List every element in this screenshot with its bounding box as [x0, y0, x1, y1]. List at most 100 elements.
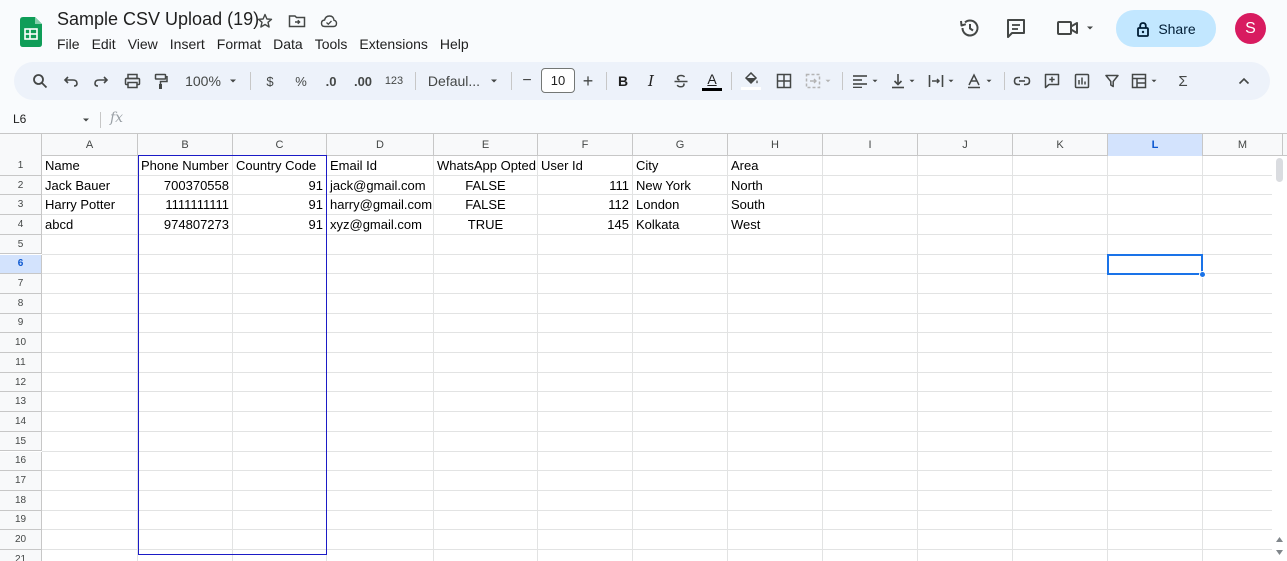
row-header-19[interactable]: 19 — [0, 510, 42, 531]
cell-h2[interactable]: North — [728, 176, 822, 195]
column-header-j[interactable]: J — [918, 134, 1013, 156]
scroll-down-icon[interactable] — [1276, 550, 1283, 555]
menu-view[interactable]: View — [122, 34, 164, 54]
move-folder-icon[interactable] — [286, 10, 308, 32]
comments-icon[interactable] — [1004, 16, 1028, 40]
print-icon[interactable] — [120, 62, 144, 100]
scrollbar-thumb[interactable] — [1276, 158, 1283, 182]
version-history-icon[interactable] — [958, 16, 982, 40]
cell-c3[interactable]: 91 — [233, 195, 326, 214]
decrease-decimal-button[interactable]: .0 — [319, 62, 343, 100]
row-header-7[interactable]: 7 — [0, 274, 42, 294]
row-header-3[interactable]: 3 — [0, 195, 42, 216]
meet-button[interactable] — [1056, 16, 1100, 40]
row-header-5[interactable]: 5 — [0, 234, 42, 255]
cell-d4[interactable]: xyz@gmail.com — [327, 215, 433, 234]
chevron-down-icon[interactable] — [80, 114, 92, 126]
vertical-scrollbar[interactable] — [1272, 156, 1287, 561]
column-header-f[interactable]: F — [538, 134, 633, 156]
cell-b3[interactable]: 1111111111 — [138, 195, 232, 214]
merge-cells-icon[interactable] — [802, 62, 836, 100]
menu-format[interactable]: Format — [211, 34, 267, 54]
fill-handle[interactable] — [1199, 271, 1206, 278]
font-select[interactable]: Defaul... — [424, 62, 504, 100]
column-header-b[interactable]: B — [138, 134, 233, 156]
document-title[interactable]: Sample CSV Upload (19) — [57, 9, 259, 30]
search-menus-icon[interactable] — [28, 62, 52, 100]
cell-g1[interactable]: City — [633, 156, 727, 175]
column-header-i[interactable]: I — [823, 134, 918, 156]
name-box[interactable]: L6 — [13, 112, 26, 126]
cell-c2[interactable]: 91 — [233, 176, 326, 195]
row-header-9[interactable]: 9 — [0, 313, 42, 334]
cell-e4[interactable]: TRUE — [434, 215, 537, 234]
cell-f2[interactable]: 111 — [538, 176, 632, 195]
filter-icon[interactable] — [1100, 62, 1124, 100]
row-header-13[interactable]: 13 — [0, 392, 42, 413]
column-header-h[interactable]: H — [728, 134, 823, 156]
horizontal-align-icon[interactable] — [849, 62, 883, 100]
cell-f3[interactable]: 112 — [538, 195, 632, 214]
cell-g4[interactable]: Kolkata — [633, 215, 727, 234]
cell-h3[interactable]: South — [728, 195, 822, 214]
cell-g3[interactable]: London — [633, 195, 727, 214]
vertical-align-icon[interactable] — [887, 62, 921, 100]
cell-g2[interactable]: New York — [633, 176, 727, 195]
format-currency-button[interactable]: $ — [260, 62, 280, 100]
cell-e1[interactable]: WhatsApp Opted — [434, 156, 537, 175]
cell-e3[interactable]: FALSE — [434, 195, 537, 214]
cell-a3[interactable]: Harry Potter — [42, 195, 137, 214]
cell-d1[interactable]: Email Id — [327, 156, 433, 175]
row-header-11[interactable]: 11 — [0, 353, 42, 373]
text-color-button[interactable]: A — [700, 62, 724, 100]
row-header-6[interactable]: 6 — [0, 254, 42, 275]
text-rotation-icon[interactable] — [963, 62, 997, 100]
cell-d3[interactable]: harry@gmail.com — [327, 195, 433, 214]
column-header-g[interactable]: G — [633, 134, 728, 156]
insert-link-icon[interactable] — [1010, 62, 1034, 100]
cell-a2[interactable]: Jack Bauer — [42, 176, 137, 195]
cell-d2[interactable]: jack@gmail.com — [327, 176, 433, 195]
redo-icon[interactable] — [90, 62, 112, 100]
row-header-14[interactable]: 14 — [0, 412, 42, 432]
more-formats-button[interactable]: 123 — [382, 62, 406, 100]
menu-data[interactable]: Data — [267, 34, 309, 54]
cell-f1[interactable]: User Id — [538, 156, 632, 175]
scroll-up-icon[interactable] — [1276, 537, 1283, 542]
column-header-c[interactable]: C — [233, 134, 327, 156]
cell-b1[interactable]: Phone Number — [138, 156, 232, 175]
insert-comment-icon[interactable] — [1040, 62, 1064, 100]
menu-extensions[interactable]: Extensions — [353, 34, 433, 54]
column-header-a[interactable]: A — [42, 134, 138, 156]
cell-c1[interactable]: Country Code — [233, 156, 326, 175]
column-header-k[interactable]: K — [1013, 134, 1108, 156]
zoom-select[interactable]: 100% — [182, 62, 242, 100]
cell-h4[interactable]: West — [728, 215, 822, 234]
row-header-20[interactable]: 20 — [0, 530, 42, 550]
decrease-font-size-button[interactable]: − — [517, 62, 537, 100]
menu-tools[interactable]: Tools — [309, 34, 354, 54]
fill-color-icon[interactable] — [738, 62, 764, 100]
cloud-saved-icon[interactable] — [318, 10, 340, 32]
menu-help[interactable]: Help — [434, 34, 475, 54]
borders-icon[interactable] — [772, 62, 796, 100]
collapse-toolbar-icon[interactable] — [1232, 62, 1256, 100]
row-header-4[interactable]: 4 — [0, 215, 42, 235]
sheets-logo-icon[interactable] — [20, 17, 42, 47]
menu-insert[interactable]: Insert — [164, 34, 211, 54]
cell-c4[interactable]: 91 — [233, 215, 326, 234]
cell-a4[interactable]: abcd — [42, 215, 137, 234]
cell-h1[interactable]: Area — [728, 156, 822, 175]
column-header-e[interactable]: E — [434, 134, 538, 156]
row-header-1[interactable]: 1 — [0, 156, 42, 176]
increase-font-size-button[interactable]: + — [578, 62, 598, 100]
insert-chart-icon[interactable] — [1070, 62, 1094, 100]
strikethrough-icon[interactable] — [670, 62, 692, 100]
row-header-12[interactable]: 12 — [0, 372, 42, 393]
row-header-2[interactable]: 2 — [0, 175, 42, 196]
paint-format-icon[interactable] — [150, 62, 172, 100]
column-header-m[interactable]: M — [1203, 134, 1283, 156]
increase-decimal-button[interactable]: .00 — [350, 62, 376, 100]
filter-views-icon[interactable] — [1128, 62, 1162, 100]
cell-b2[interactable]: 700370558 — [138, 176, 232, 195]
